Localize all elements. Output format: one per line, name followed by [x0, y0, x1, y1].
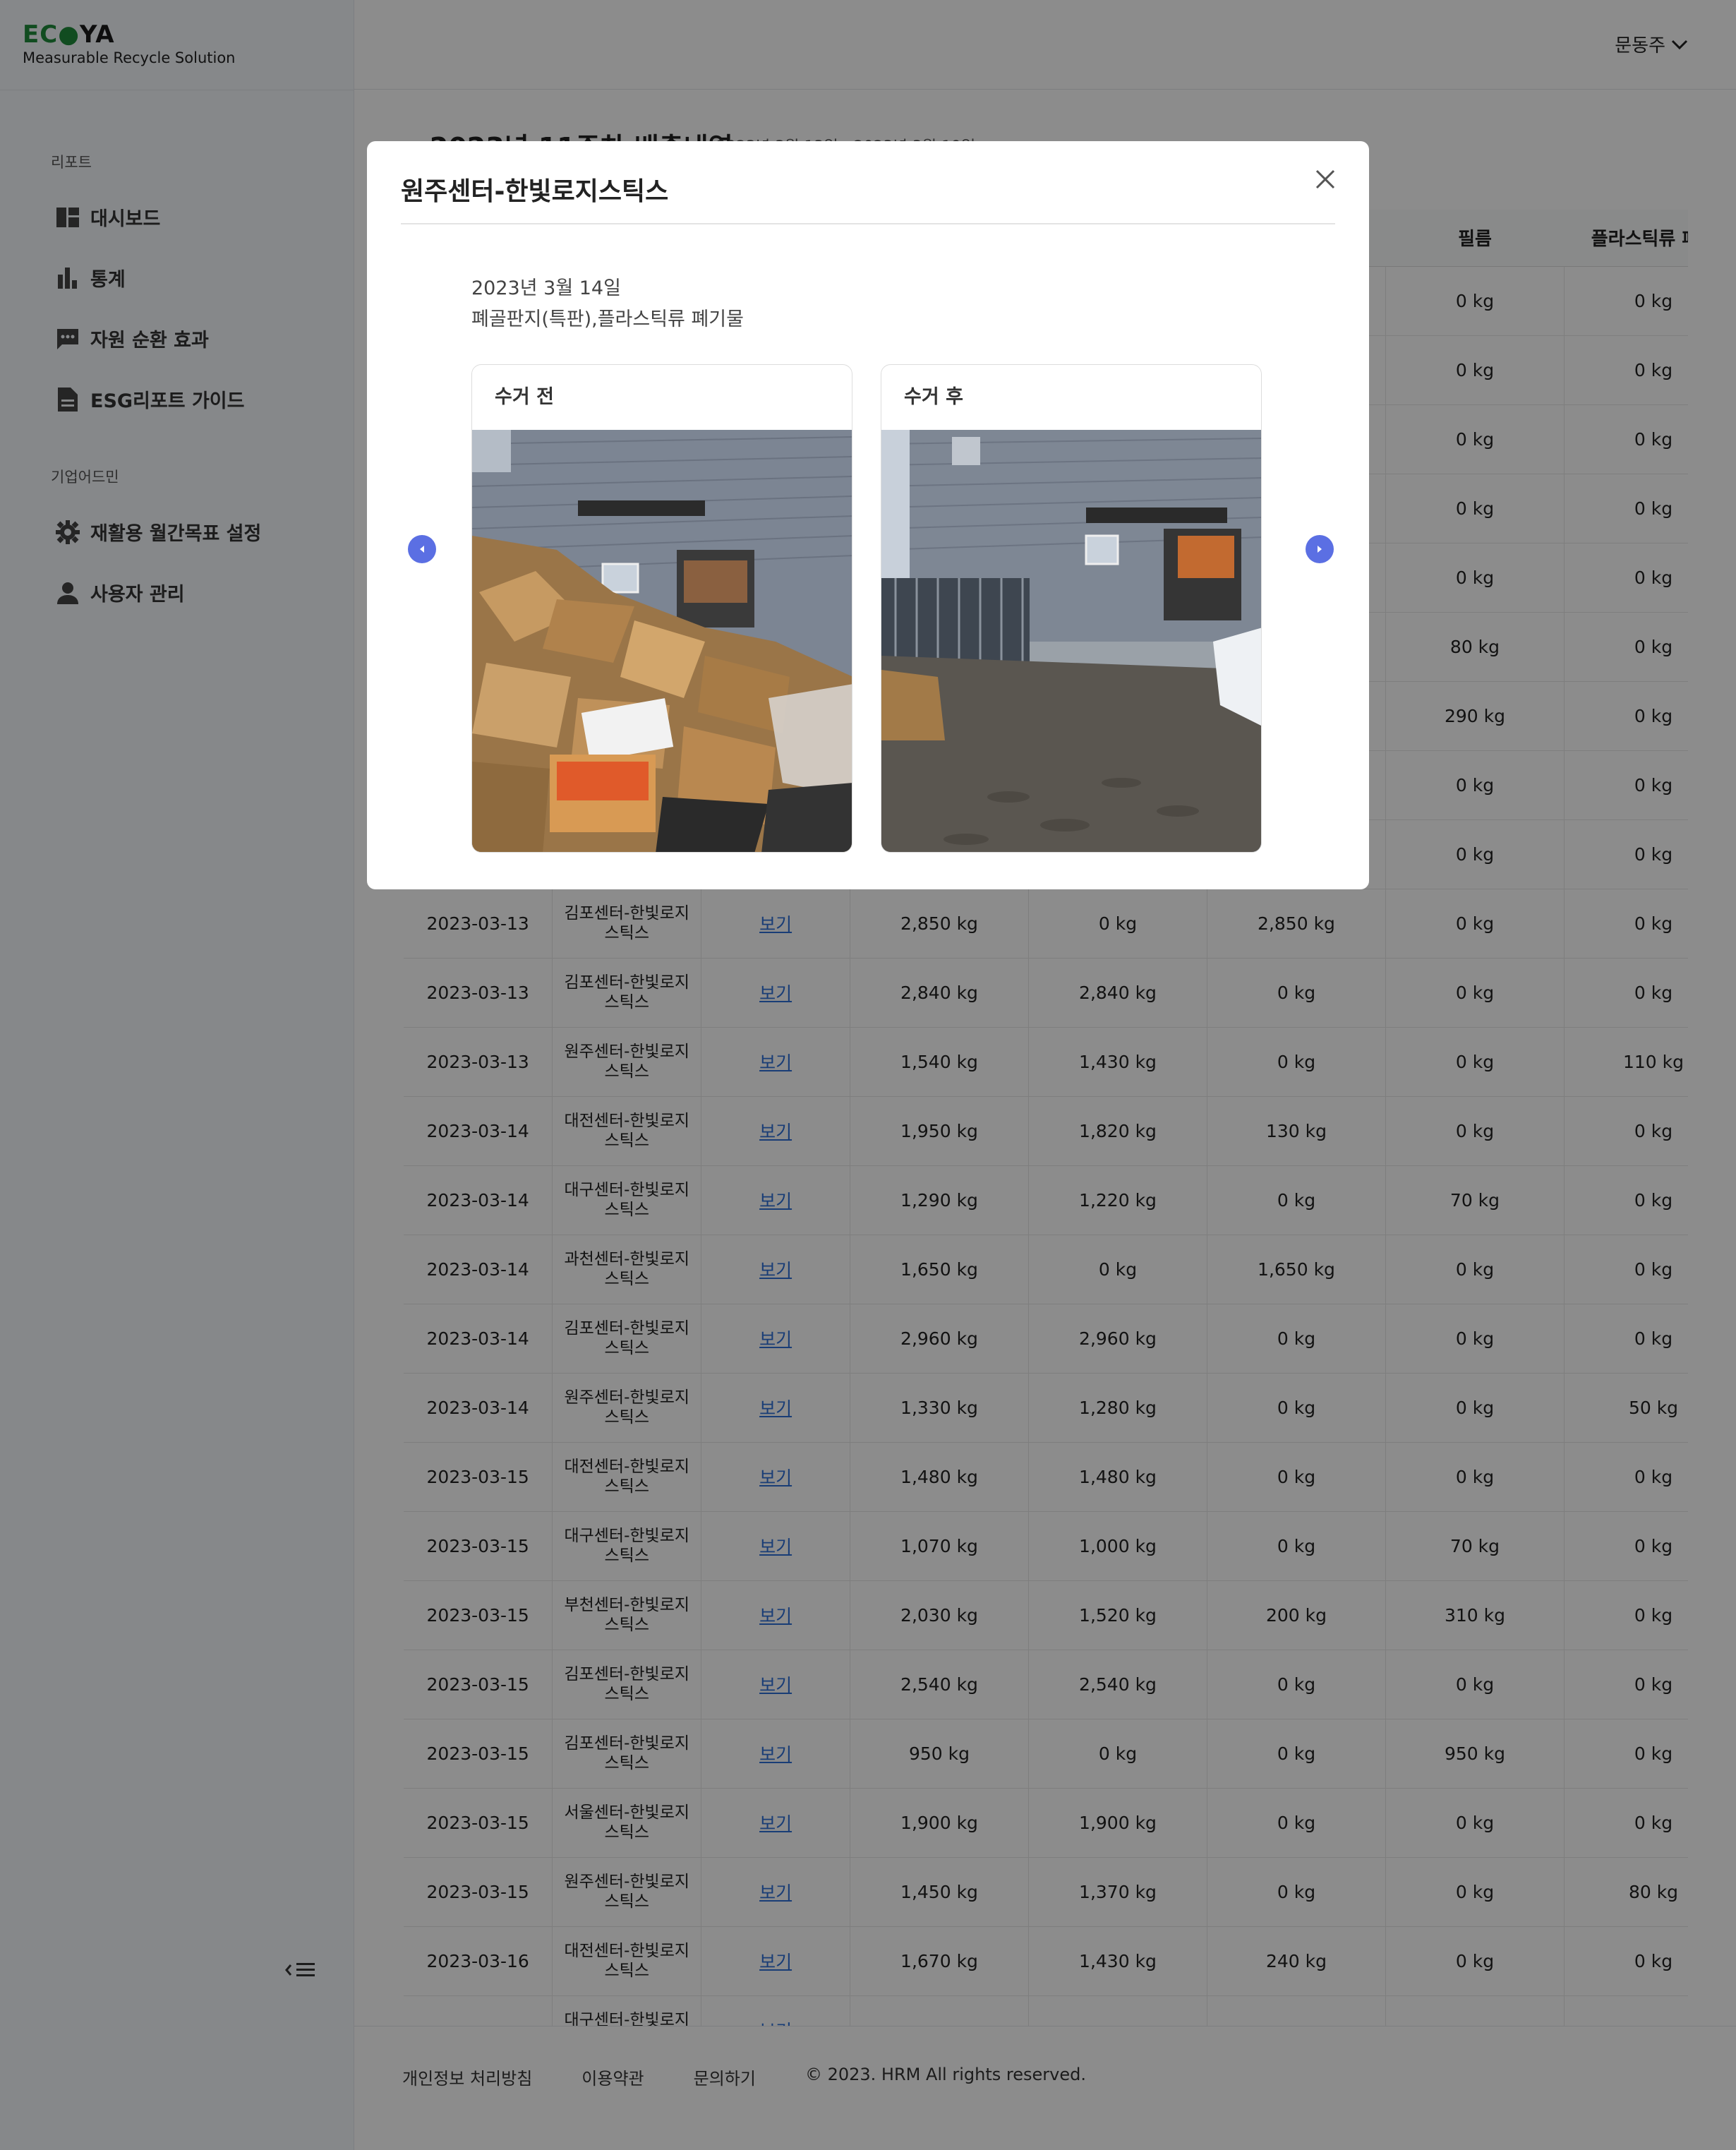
before-photo-card: 수거 전	[471, 364, 852, 853]
chevron-left-icon	[420, 546, 424, 553]
card-title: 수거 전	[495, 386, 554, 408]
collection-photo-modal: 원주센터-한빛로지스틱스 2023년 3월 14일 폐골판지(특판),플라스틱류…	[367, 141, 1369, 889]
close-icon	[1315, 169, 1335, 189]
divider	[401, 223, 1335, 224]
modal-title: 원주센터-한빛로지스틱스	[401, 177, 669, 206]
chevron-right-icon	[1318, 546, 1322, 553]
collection-date: 2023년 3월 14일	[471, 277, 621, 299]
before-photo[interactable]	[472, 430, 852, 852]
waste-category: 폐골판지(특판),플라스틱류 폐기물	[471, 308, 744, 330]
close-button[interactable]	[1313, 167, 1338, 192]
prev-button[interactable]	[408, 535, 436, 563]
next-button[interactable]	[1306, 535, 1334, 563]
after-photo[interactable]	[881, 430, 1261, 852]
card-title: 수거 후	[904, 386, 963, 408]
after-photo-card: 수거 후	[881, 364, 1262, 853]
